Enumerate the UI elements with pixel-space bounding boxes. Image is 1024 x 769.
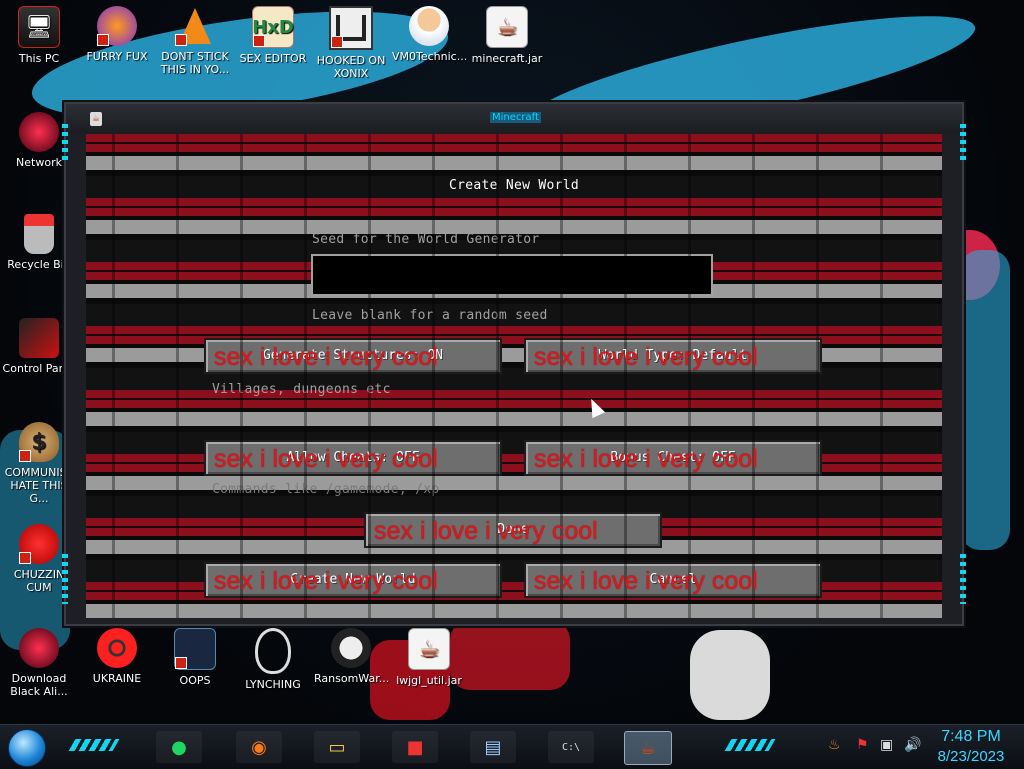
seed-input[interactable] <box>311 254 713 296</box>
desktop-icon-lynching[interactable]: LYNCHING <box>236 628 310 691</box>
bonus-chest-button[interactable]: Bonus Chest: OFF sex i love i very cool <box>524 440 822 476</box>
task-manager-icon[interactable]: ▤ <box>470 731 516 763</box>
icon-label: VM0Technic... <box>392 50 468 63</box>
taskbar: ● ◉ ▭ ■ ▤ C:\ ☕ ♨ ⚑ ▣ 🔊 7:48 PM 8/23/202… <box>0 724 1024 769</box>
xonix-game-icon <box>329 6 373 50</box>
button-label: Done <box>497 522 529 537</box>
structures-hint: Villages, dungeons etc <box>212 382 391 397</box>
tray-java-icon[interactable]: ♨ <box>828 737 841 753</box>
desktop-icon-download-black[interactable]: Download Black Ali... <box>2 628 76 698</box>
java-icon[interactable]: ☕ <box>90 112 102 126</box>
button-label: Cancel <box>649 572 697 587</box>
icon-label: OOPS <box>179 674 211 687</box>
seed-label: Seed for the World Generator <box>312 232 540 247</box>
tray-flag-icon[interactable]: ⚑ <box>856 737 869 753</box>
java-icon: ☕ <box>408 628 450 670</box>
desktop-icon-lwjgl[interactable]: ☕ lwjgl_util.jar <box>392 628 466 687</box>
icon-label: UKRAINE <box>92 672 142 685</box>
button-label: Create New World <box>290 572 416 587</box>
done-button[interactable]: Done sex i love i very cool <box>364 512 662 548</box>
skull-icon <box>331 628 371 668</box>
firefox-icon[interactable]: ◉ <box>236 731 282 763</box>
world-type-button[interactable]: World Type: Default sex i love i very co… <box>524 338 822 374</box>
generate-structures-button[interactable]: Generate Structures: ON sex i love i ver… <box>204 338 502 374</box>
chuzzle-icon <box>19 524 59 564</box>
java-icon: ☕ <box>486 6 528 48</box>
seed-hint: Leave blank for a random seed <box>312 308 548 323</box>
tray-network-icon[interactable]: ▣ <box>880 737 893 753</box>
window-decor <box>62 124 68 164</box>
icon-label: lwjgl_util.jar <box>396 674 462 687</box>
vlc-cone-icon <box>175 6 215 46</box>
button-label: Generate Structures: ON <box>262 348 443 363</box>
hex-editor-icon: HxD <box>252 6 294 48</box>
taskbar-decor <box>724 739 776 751</box>
taskbar-decor <box>68 739 120 751</box>
window-decor <box>960 124 966 164</box>
icon-label: DONT STICK THIS IN YO... <box>160 50 230 76</box>
window-decor <box>62 554 68 604</box>
start-button[interactable] <box>8 729 46 767</box>
desktop-icon-ukraine[interactable]: UKRAINE <box>80 628 154 685</box>
money-bag-icon: $ <box>19 422 59 462</box>
desktop-icon-minecraft-jar[interactable]: ☕ minecraft.jar <box>470 6 544 65</box>
trash-icon <box>24 214 54 254</box>
desktop-icon-furry-fux[interactable]: FURRY FUX <box>80 6 154 63</box>
control-panel-taskbar-icon[interactable]: ■ <box>392 731 438 763</box>
file-explorer-icon[interactable]: ▭ <box>314 731 360 763</box>
desktop-icon-this-pc[interactable]: 🖥 This PC <box>2 6 76 65</box>
computer-icon: 🖥 <box>18 6 60 48</box>
icon-label: LYNCHING <box>245 678 301 691</box>
icon-label: FURRY FUX <box>86 50 148 63</box>
window-titlebar[interactable]: ☕ Minecraft <box>66 104 962 134</box>
control-panel-icon <box>19 318 59 358</box>
clock-time: 7:48 PM <box>941 728 1001 745</box>
icon-label: Download Black Ali... <box>10 672 68 698</box>
create-new-world-button[interactable]: Create New World sex i love i very cool <box>204 562 502 598</box>
minecraft-window: ☕ Minecraft Create New World Seed for th… <box>62 102 966 626</box>
icon-label: RansomWar... <box>314 672 390 685</box>
noose-icon <box>255 628 291 674</box>
volume-icon[interactable]: 🔊 <box>904 737 921 753</box>
spotify-icon[interactable]: ● <box>156 731 202 763</box>
firefox-icon <box>97 6 137 46</box>
desktop-icon-oops[interactable]: OOPS <box>158 628 232 687</box>
window-title: Minecraft <box>490 112 541 123</box>
icon-label: minecraft.jar <box>471 52 543 65</box>
radiation-icon <box>97 628 137 668</box>
window-decor <box>960 554 966 604</box>
minecraft-screen: Create New World Seed for the World Gene… <box>86 134 942 618</box>
terminal-icon[interactable]: C:\ <box>548 731 594 763</box>
network-icon <box>19 112 59 152</box>
desktop-icon-sex-editor[interactable]: HxD SEX EDITOR <box>236 6 310 65</box>
doctor-icon <box>409 6 449 46</box>
oops-app-icon <box>174 628 216 670</box>
allow-cheats-button[interactable]: Allow Cheats: OFF sex i love i very cool <box>204 440 502 476</box>
desktop-icon-hooked-xonix[interactable]: HOOKED ON XONIX <box>314 6 388 80</box>
cheats-hint: Commands like /gamemode, /xp <box>212 482 440 497</box>
alien-icon <box>19 628 59 668</box>
desktop-icon-ransomware[interactable]: RansomWar... <box>314 628 390 685</box>
icon-label: This PC <box>18 52 60 65</box>
button-label: World Type: Default <box>598 348 748 363</box>
java-taskbar-icon[interactable]: ☕ <box>624 731 672 765</box>
icon-label: HOOKED ON XONIX <box>316 54 386 80</box>
cancel-button[interactable]: Cancel sex i love i very cool <box>524 562 822 598</box>
button-label: Bonus Chest: OFF <box>610 450 736 465</box>
desktop-icon-vm0[interactable]: VM0Technic... <box>392 6 468 63</box>
screen-title: Create New World <box>448 178 580 193</box>
button-label: Allow Cheats: OFF <box>286 450 420 465</box>
desktop-icon-dont-stick[interactable]: DONT STICK THIS IN YO... <box>158 6 232 76</box>
clock-date: 8/23/2023 <box>937 748 1005 765</box>
taskbar-clock[interactable]: 7:48 PM 8/23/2023 <box>926 727 1016 767</box>
icon-label: SEX EDITOR <box>239 52 307 65</box>
